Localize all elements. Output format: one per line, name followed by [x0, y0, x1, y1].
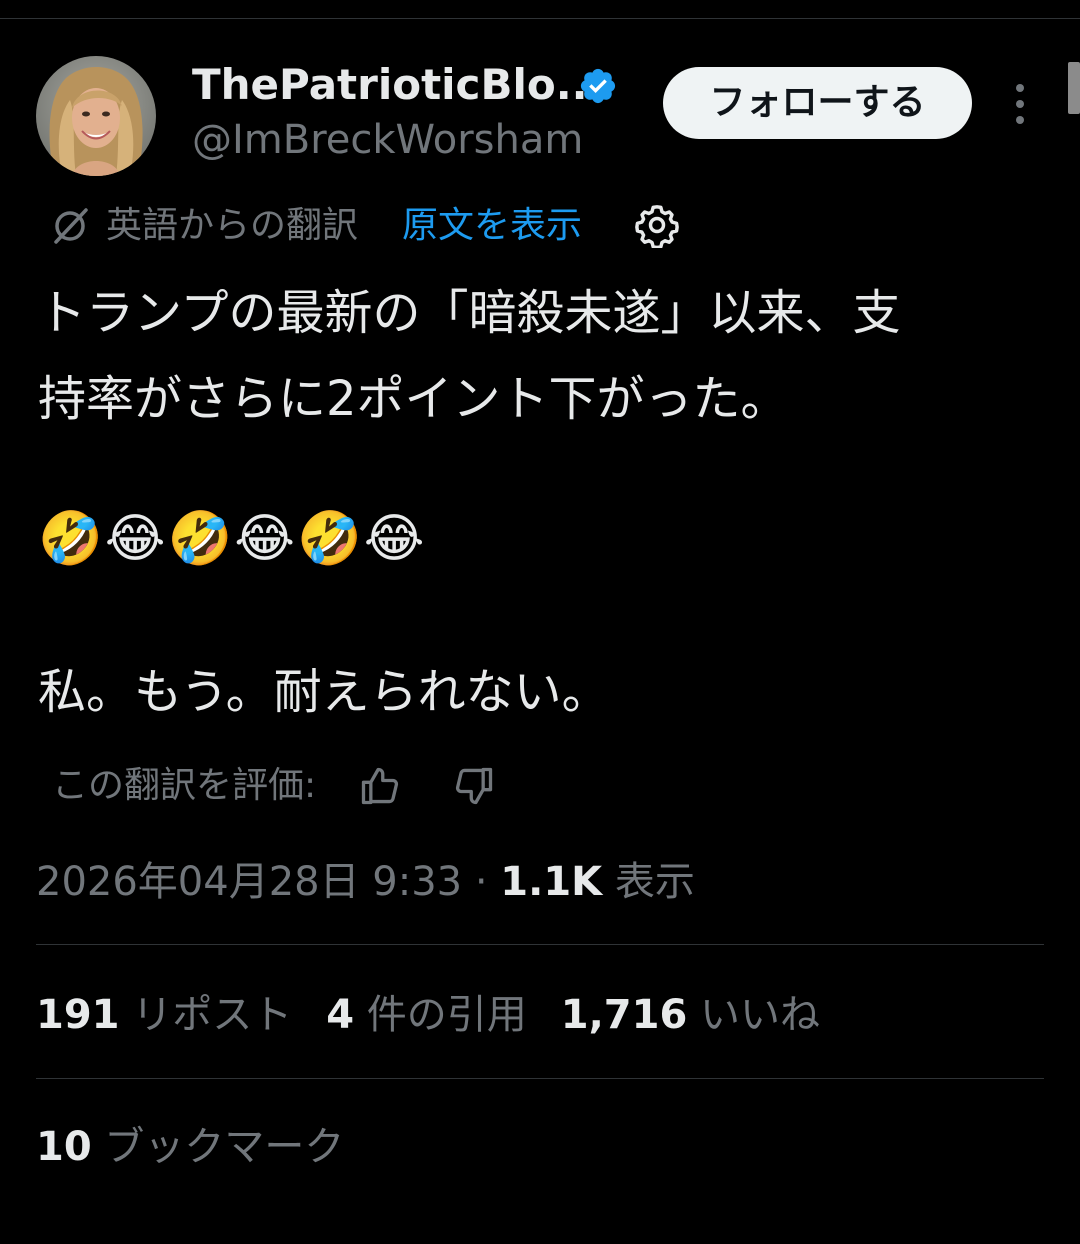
- avatar[interactable]: [36, 56, 156, 176]
- likes-label: いいね: [700, 992, 821, 1038]
- thumbs-down-icon[interactable]: [452, 764, 496, 808]
- gear-icon[interactable]: [634, 202, 680, 248]
- translate-icon: [54, 208, 88, 244]
- author-display-name[interactable]: ThePatrioticBlo...: [192, 60, 604, 110]
- likes-count: 1,716: [560, 992, 688, 1038]
- scrollbar[interactable]: [1068, 62, 1080, 114]
- tweet-emoji: 🤣😂🤣😂🤣😂: [38, 509, 427, 569]
- translated-from-label: 英語からの翻訳: [106, 205, 359, 246]
- rate-translation-label: この翻訳を評価:: [52, 765, 317, 806]
- quotes-count: 4: [326, 992, 355, 1038]
- tweet-text: トランプの最新の「暗殺未遂」以来、支 持率がさらに2ポイント下がった。: [38, 285, 901, 427]
- thumbs-up-icon[interactable]: [358, 764, 402, 808]
- top-divider: [0, 18, 1080, 19]
- meta-separator: ·: [474, 859, 488, 905]
- tweet-text-closing: 私。もう。耐えられない。: [38, 664, 610, 720]
- avatar-image: [36, 56, 156, 176]
- verified-badge-icon: [580, 68, 616, 104]
- tweet-datetime[interactable]: 2026年04月28日 9:33: [36, 859, 462, 905]
- engagement-stats: 191 リポスト 4 件の引用 1,716 いいね: [36, 986, 854, 1044]
- tweet-meta: 2026年04月28日 9:33 · 1.1K 表示: [36, 854, 695, 910]
- follow-button[interactable]: フォローする: [663, 67, 972, 139]
- divider: [36, 944, 1044, 945]
- reposts-label: リポスト: [132, 992, 293, 1038]
- reposts-count: 191: [36, 992, 120, 1038]
- author-handle[interactable]: @ImBreckWorsham: [192, 116, 583, 164]
- likes-stat[interactable]: 1,716 いいね: [561, 986, 820, 1044]
- divider: [36, 1078, 1044, 1079]
- views-count: 1.1K: [500, 859, 603, 905]
- bookmarks-count: 10: [36, 1124, 92, 1170]
- bookmarks-label: ブックマーク: [104, 1124, 345, 1170]
- quotes-stat[interactable]: 4 件の引用: [326, 986, 527, 1044]
- bookmarks-stat[interactable]: 10 ブックマーク: [36, 1118, 344, 1176]
- tweet-detail-page: ThePatrioticBlo... @ImBreckWorsham フォローす…: [0, 0, 1080, 1244]
- show-original-link[interactable]: 原文を表示: [402, 200, 582, 252]
- views-label: 表示: [614, 859, 695, 905]
- reposts-stat[interactable]: 191 リポスト: [36, 986, 292, 1044]
- quotes-label: 件の引用: [366, 992, 527, 1038]
- more-options-icon[interactable]: [1006, 82, 1034, 126]
